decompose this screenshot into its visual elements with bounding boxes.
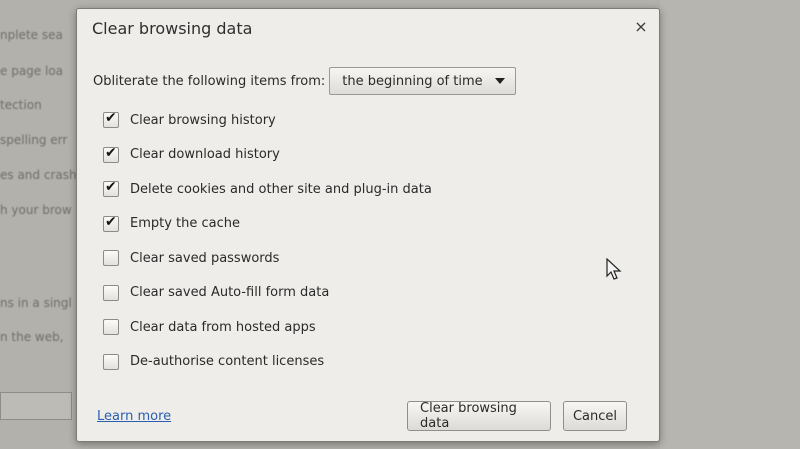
option-label: Clear browsing history: [130, 112, 276, 128]
cancel-button[interactable]: Cancel: [563, 401, 627, 431]
option-label: Clear saved passwords: [130, 250, 280, 266]
time-range-value: the beginning of time: [342, 73, 483, 89]
background-text: spelling err: [0, 133, 68, 147]
option-clear-download-history[interactable]: Clear download history: [103, 138, 432, 173]
background-text: n the web,: [0, 330, 64, 344]
checkbox[interactable]: [103, 353, 119, 370]
checkbox[interactable]: [103, 214, 119, 232]
option-clear-hosted-apps-data[interactable]: Clear data from hosted apps: [103, 310, 432, 345]
option-clear-saved-passwords[interactable]: Clear saved passwords: [103, 241, 432, 276]
background-text: nplete sea: [0, 28, 63, 42]
option-label: Clear saved Auto-fill form data: [130, 285, 330, 301]
option-clear-autofill-data[interactable]: Clear saved Auto-fill form data: [103, 276, 432, 311]
option-delete-cookies[interactable]: Delete cookies and other site and plug-i…: [103, 172, 432, 207]
checkbox[interactable]: [103, 284, 119, 301]
obliterate-label: Obliterate the following items from:: [93, 73, 326, 89]
option-label: Delete cookies and other site and plug-i…: [130, 181, 432, 197]
mouse-cursor-icon: [606, 258, 622, 280]
background-dropdown: [0, 392, 72, 420]
chevron-down-icon: [494, 78, 505, 84]
learn-more-link[interactable]: Learn more: [97, 409, 171, 424]
time-range-row: Obliterate the following items from: the…: [93, 67, 516, 95]
checkbox[interactable]: [103, 145, 119, 163]
checkbox[interactable]: [103, 250, 119, 267]
option-deauthorise-licenses[interactable]: De-authorise content licenses: [103, 345, 432, 380]
checkbox[interactable]: [103, 179, 119, 198]
option-label: Clear data from hosted apps: [130, 319, 316, 335]
checkbox[interactable]: [103, 110, 119, 129]
dialog-title: Clear browsing data: [92, 19, 253, 38]
option-label: Empty the cache: [130, 216, 241, 232]
background-text: es and crash: [0, 168, 77, 182]
option-label: De-authorise content licenses: [130, 354, 325, 370]
background-text: tection: [0, 98, 42, 112]
option-clear-browsing-history[interactable]: Clear browsing history: [103, 103, 432, 138]
clear-browsing-data-button[interactable]: Clear browsing data: [407, 401, 551, 431]
clear-options-list: Clear browsing history Clear download hi…: [103, 103, 432, 379]
checkbox[interactable]: [103, 319, 119, 336]
option-empty-cache[interactable]: Empty the cache: [103, 207, 432, 242]
close-icon[interactable]: ×: [633, 19, 649, 35]
background-right-area: [660, 0, 800, 449]
background-text: ns in a singl: [0, 296, 72, 310]
time-range-select[interactable]: the beginning of time: [329, 67, 516, 95]
background-text: h your brow: [0, 203, 72, 217]
background-text: e page loa: [0, 64, 64, 78]
clear-browsing-data-dialog: Clear browsing data × Obliterate the fol…: [76, 8, 660, 442]
option-label: Clear download history: [130, 147, 280, 163]
